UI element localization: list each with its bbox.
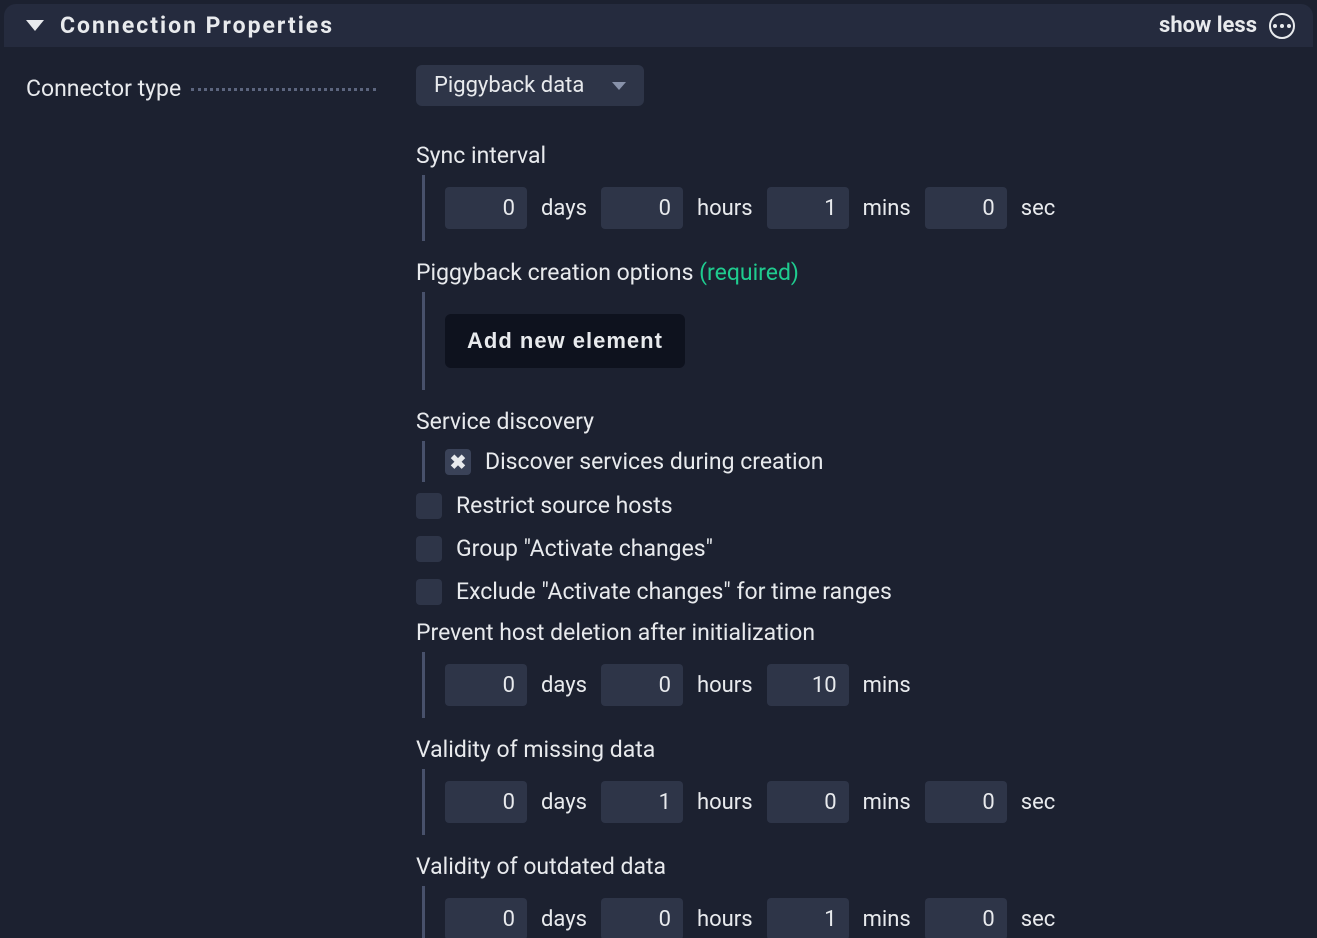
dots-filler: [191, 88, 376, 91]
validity-outdated-label: Validity of outdated data: [416, 853, 1291, 880]
panel-header: Connection Properties show less: [4, 4, 1313, 47]
sync-sec-input[interactable]: [925, 187, 1007, 229]
prevent-deletion-label: Prevent host deletion after initializati…: [416, 619, 1291, 646]
field-label-row: Connector type: [26, 65, 376, 938]
sync-mins-input[interactable]: [767, 187, 849, 229]
x-icon: ✖: [450, 452, 467, 472]
exclude-activate-checkbox[interactable]: [416, 579, 442, 605]
vm-sec-input[interactable]: [925, 781, 1007, 823]
service-discovery-block: ✖ Discover services during creation: [422, 441, 1291, 482]
vm-mins-input[interactable]: [767, 781, 849, 823]
validity-missing-block: days hours mins sec: [422, 769, 1291, 835]
prevent-days-input[interactable]: [445, 664, 527, 706]
discover-checkbox[interactable]: ✖: [445, 449, 471, 475]
required-tag: (required): [699, 259, 799, 286]
validity-missing-label: Validity of missing data: [416, 736, 1291, 763]
exclude-activate-label: Exclude "Activate changes" for time rang…: [456, 578, 892, 605]
vo-days-input[interactable]: [445, 898, 527, 938]
prevent-hours-input[interactable]: [601, 664, 683, 706]
unit-mins: mins: [863, 196, 911, 221]
prevent-mins-input[interactable]: [767, 664, 849, 706]
more-icon[interactable]: [1269, 13, 1295, 39]
sync-days-input[interactable]: [445, 187, 527, 229]
group-activate-label: Group "Activate changes": [456, 535, 713, 562]
sync-interval-block: days hours mins sec: [422, 175, 1291, 241]
vo-sec-input[interactable]: [925, 898, 1007, 938]
add-new-element-button[interactable]: Add new element: [445, 314, 685, 368]
unit-hours: hours: [697, 196, 753, 221]
creation-options-label: Piggyback creation options (required): [416, 259, 1291, 286]
service-discovery-label: Service discovery: [416, 408, 1291, 435]
discover-label: Discover services during creation: [485, 448, 823, 475]
vo-mins-input[interactable]: [767, 898, 849, 938]
prevent-deletion-block: days hours mins: [422, 652, 1291, 718]
creation-options-block: Add new element: [422, 292, 1291, 390]
sync-interval-label: Sync interval: [416, 142, 1291, 169]
chevron-down-icon: [612, 82, 626, 90]
sync-hours-input[interactable]: [601, 187, 683, 229]
connector-type-select[interactable]: Piggyback data: [416, 65, 644, 106]
group-activate-checkbox[interactable]: [416, 536, 442, 562]
vm-days-input[interactable]: [445, 781, 527, 823]
validity-outdated-block: days hours mins sec: [422, 886, 1291, 938]
connector-type-value: Piggyback data: [434, 73, 584, 98]
panel-title: Connection Properties: [60, 12, 334, 39]
unit-sec: sec: [1021, 196, 1056, 221]
restrict-source-hosts-checkbox[interactable]: [416, 493, 442, 519]
connector-type-label: Connector type: [26, 75, 181, 102]
unit-days: days: [541, 196, 587, 221]
show-less-button[interactable]: show less: [1159, 13, 1257, 38]
vm-hours-input[interactable]: [601, 781, 683, 823]
restrict-source-hosts-label: Restrict source hosts: [456, 492, 673, 519]
vo-hours-input[interactable]: [601, 898, 683, 938]
collapse-icon[interactable]: [26, 20, 44, 31]
